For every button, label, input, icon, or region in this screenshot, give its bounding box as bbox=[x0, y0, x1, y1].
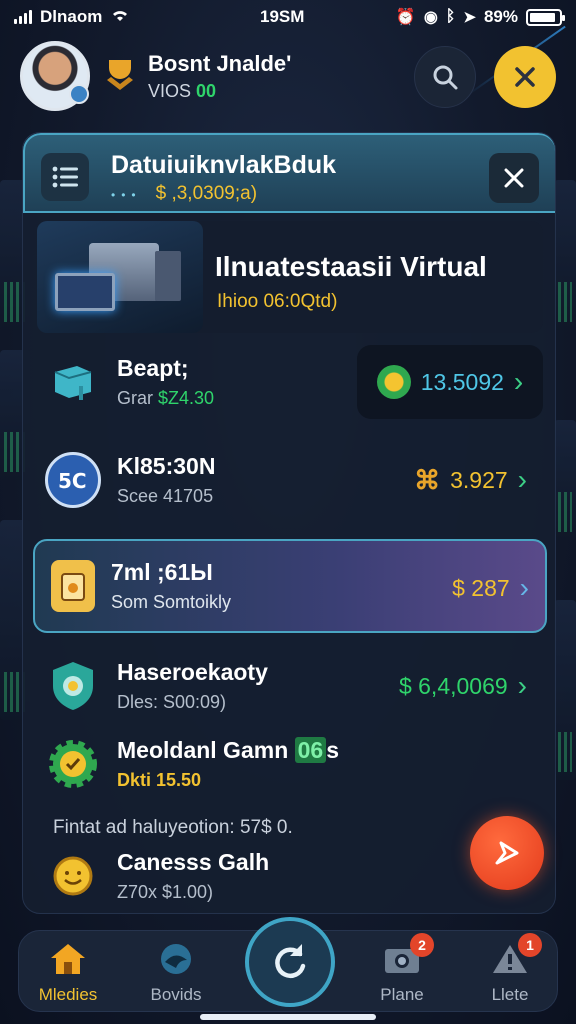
item-title-suffix: s bbox=[326, 737, 340, 763]
server-illustration-icon bbox=[37, 221, 203, 333]
nav-label: Llete bbox=[491, 985, 529, 1004]
main-panel: DatuiuiknvlakBduk ••• $ ,3,0309;a) Ilnuat… bbox=[22, 132, 556, 914]
box-icon bbox=[45, 354, 101, 410]
list-item[interactable]: Meoldanl Gamn 06 s Dkti 15.50 bbox=[37, 721, 543, 807]
item-title: 7ml ;61Ы bbox=[111, 559, 213, 585]
list-item[interactable]: Beapt; Grar $Z4.30 13.5092 › bbox=[37, 339, 543, 425]
bg-panel-right-3 bbox=[554, 600, 576, 780]
profile-header: Bosnt Jnalde' VIOS 00 bbox=[20, 40, 556, 112]
close-icon bbox=[504, 168, 524, 188]
list-item[interactable]: Haseroekaoty Dles: S00:09) $ 6,4,0069 › bbox=[37, 643, 543, 729]
signal-icon bbox=[14, 10, 32, 24]
user-level: VIOS 00 bbox=[148, 81, 291, 102]
trophy-icon bbox=[102, 54, 138, 98]
nav-label: Mledies bbox=[38, 985, 98, 1004]
item-sub-prefix: Grar bbox=[117, 388, 153, 408]
panel-subtitle: $ ,3,0309;a) bbox=[155, 183, 258, 204]
list-item-selected[interactable]: 7ml ;61Ы Som Somtoikly $ 287 › bbox=[33, 539, 547, 633]
battery-icon bbox=[526, 8, 565, 26]
svg-text:5C: 5C bbox=[58, 469, 87, 492]
dots-icon: ••• bbox=[111, 188, 142, 202]
bonus-icon: ⌘ bbox=[414, 464, 441, 495]
item-title: Beapt; bbox=[117, 355, 189, 381]
camera-icon: 2 bbox=[382, 933, 434, 977]
item-title: Canesss Galh bbox=[117, 849, 270, 875]
wifi-icon bbox=[110, 7, 130, 28]
user-name: Bosnt Jnalde' bbox=[148, 50, 292, 76]
list-item[interactable]: 5C Kl85:30N Scee 41705 ⌘ 3.927 › bbox=[37, 437, 543, 523]
amount-box[interactable]: 13.5092 › bbox=[357, 345, 543, 419]
bg-panel-right-1 bbox=[554, 180, 576, 330]
item-title: Meoldanl Gamn bbox=[117, 737, 289, 763]
nav-label: Plane bbox=[380, 985, 424, 1004]
status-time: 19SM bbox=[260, 7, 305, 26]
notification-badge: 2 bbox=[410, 933, 434, 957]
coin-icon bbox=[376, 365, 411, 399]
refresh-icon bbox=[275, 944, 306, 978]
carrier-name: Dlnaom bbox=[40, 7, 103, 26]
avatar-status-icon bbox=[69, 84, 89, 104]
avatar[interactable] bbox=[20, 41, 90, 111]
nav-label: Bovids bbox=[150, 985, 202, 1004]
bluetooth-icon: ᛒ bbox=[445, 8, 456, 25]
chevron-right-icon: › bbox=[519, 572, 529, 603]
search-icon bbox=[433, 65, 458, 90]
gear-icon bbox=[45, 736, 101, 792]
nav-item-llete[interactable]: 1 Llete bbox=[465, 933, 555, 1005]
focus-icon: ◉ bbox=[423, 9, 438, 26]
search-button[interactable] bbox=[414, 46, 476, 108]
feature-subtitle: Ihioo 06:0Qtd) bbox=[217, 291, 338, 312]
header-close-button[interactable] bbox=[494, 46, 556, 108]
bg-panel-right-2 bbox=[554, 420, 576, 540]
user-level-value: 00 bbox=[196, 80, 217, 101]
item-subtitle: Dkti 15.50 bbox=[117, 770, 202, 790]
list-icon bbox=[52, 166, 78, 188]
close-icon bbox=[515, 67, 535, 87]
item-title: Kl85:30N bbox=[117, 453, 216, 479]
bottom-nav: Mledies Bovids 2 Plane 1 Llete bbox=[18, 917, 558, 1012]
menu-button[interactable] bbox=[41, 153, 89, 201]
item-subtitle: Scee 41705 bbox=[117, 486, 214, 506]
panel-title: DatuiuiknvlakBduk bbox=[111, 151, 337, 179]
nav-item-plane[interactable]: 2 Plane bbox=[357, 933, 447, 1005]
alarm-icon: ⏰ bbox=[395, 9, 416, 26]
battery-percent: 89% bbox=[483, 7, 518, 26]
item-subtitle: Dles: S00:09) bbox=[117, 692, 227, 712]
send-icon bbox=[495, 841, 519, 865]
panel-header: DatuiuiknvlakBduk ••• $ ,3,0309;a) bbox=[23, 133, 555, 213]
item-amount: $ 287 bbox=[452, 574, 510, 601]
featured-card[interactable]: Ilnuatestaasii Virtual Ihioo 06:0Qtd) bbox=[37, 221, 543, 333]
item-sub-value: $Z4.30 bbox=[158, 388, 215, 408]
item-title-badge: 06 bbox=[294, 737, 327, 763]
send-fab-button[interactable] bbox=[470, 816, 544, 890]
home-icon bbox=[48, 941, 88, 977]
chevron-right-icon: › bbox=[513, 366, 524, 397]
item-title: Haseroekaoty bbox=[117, 659, 268, 685]
nav-item-home[interactable]: Mledies bbox=[23, 941, 113, 1005]
notification-badge: 1 bbox=[518, 933, 542, 957]
home-indicator[interactable] bbox=[200, 1014, 376, 1020]
panel-close-button[interactable] bbox=[489, 153, 539, 203]
list-item[interactable]: Canesss Galh Z70x $1.00) bbox=[37, 833, 543, 913]
chevron-right-icon: › bbox=[517, 464, 527, 495]
item-amount: $ 6,4,0069 bbox=[398, 672, 508, 699]
item-subtitle: Som Somtoikly bbox=[111, 592, 232, 612]
tag-icon bbox=[51, 560, 95, 612]
chip-icon: 5C bbox=[45, 452, 101, 508]
status-bar: Dlnaom 19SM ⏰ ◉ ᛒ ➤ 89% bbox=[0, 0, 576, 34]
location-icon: ➤ bbox=[463, 9, 476, 26]
chevron-right-icon: › bbox=[517, 670, 527, 701]
user-level-prefix: VIOS bbox=[148, 80, 192, 101]
nav-item-bovids[interactable]: Bovids bbox=[131, 941, 221, 1005]
smiley-coin-icon bbox=[45, 848, 101, 904]
shield-icon bbox=[45, 658, 101, 714]
refresh-center-button[interactable] bbox=[245, 917, 335, 1007]
bird-icon bbox=[156, 941, 196, 977]
item-amount: 13.5092 bbox=[420, 368, 504, 395]
item-amount: 3.927 bbox=[450, 466, 508, 493]
warning-icon: 1 bbox=[490, 933, 542, 977]
item-subtitle: Z70x $1.00) bbox=[117, 882, 214, 902]
feature-title: Ilnuatestaasii Virtual bbox=[215, 251, 487, 282]
